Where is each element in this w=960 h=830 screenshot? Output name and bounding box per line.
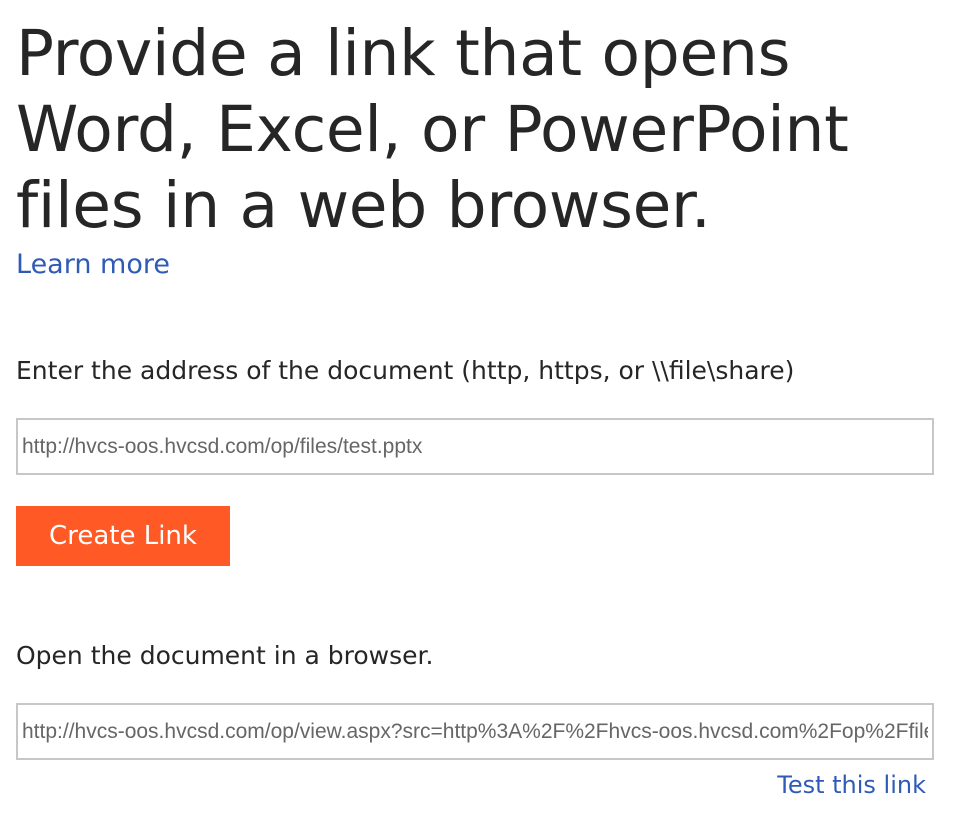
page-title: Provide a link that opens Word, Excel, o…: [16, 17, 849, 242]
create-link-button[interactable]: Create Link: [16, 506, 230, 566]
learn-more-link[interactable]: Learn more: [16, 246, 170, 284]
open-document-label: Open the document in a browser.: [16, 641, 434, 670]
document-address-input[interactable]: [16, 418, 934, 475]
address-label: Enter the address of the document (http,…: [16, 356, 795, 385]
generated-link-input[interactable]: [16, 703, 934, 760]
page-container: Provide a link that opens Word, Excel, o…: [16, 0, 934, 830]
test-link[interactable]: Test this link: [777, 768, 926, 802]
